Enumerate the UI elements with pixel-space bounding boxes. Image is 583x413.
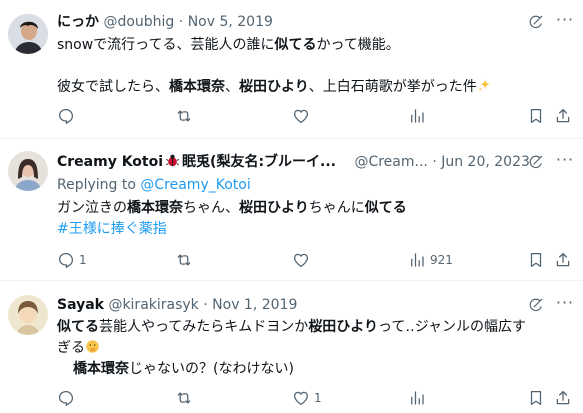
reply-button[interactable]: 1 (57, 251, 87, 269)
tweet-3[interactable]: Sayak @kirakirasyk · Nov 1, 2019 ··· 似てる… (0, 281, 583, 413)
share-button[interactable] (554, 107, 572, 125)
timestamp[interactable]: Jun 20, 2023 (441, 154, 530, 170)
views-icon (408, 389, 426, 407)
reply-icon (57, 389, 75, 407)
reply-button[interactable] (57, 389, 75, 407)
highlight: 桜田ひより (308, 319, 379, 335)
tweet-header: Creamy Kotoi 眠兎(梨友名:ブルーイ... @Cream... · J… (57, 153, 530, 171)
bookmark-button[interactable] (527, 251, 545, 269)
avatar[interactable] (8, 14, 48, 54)
views-button[interactable] (408, 389, 426, 407)
tweet-line: 彼女で試したら、橋本環奈、桜田ひより、上白石萌歌が挙がった件 (57, 77, 557, 98)
like-button[interactable] (292, 251, 310, 269)
highlight: 橋本環奈 (73, 361, 129, 377)
more-icon[interactable]: ··· (555, 152, 575, 172)
highlight: 橋本環奈 (169, 79, 225, 95)
display-name[interactable]: Sayak (57, 297, 104, 313)
dot-separator: · (178, 14, 184, 30)
bookmark-button[interactable] (527, 107, 545, 125)
avatar-photo (8, 295, 48, 335)
share-button[interactable] (554, 251, 572, 269)
retweet-icon (175, 251, 193, 269)
retweet-icon (175, 389, 193, 407)
like-button[interactable] (292, 107, 310, 125)
like-count: 1 (314, 391, 322, 405)
tweet-text: ガン泣きの橋本環奈ちゃん、桜田ひよりちゃんに似てる #王様に捧ぐ薬指 (57, 198, 557, 240)
reply-button[interactable] (57, 107, 75, 125)
display-name-tail[interactable]: 眠兎(梨友名:ブルーイ... (182, 154, 336, 170)
tweet-header: にっか @doubhig · Nov 5, 2019 (57, 13, 273, 31)
avatar[interactable] (8, 295, 48, 335)
like-button[interactable]: 1 (292, 389, 322, 407)
share-icon (554, 389, 572, 407)
views-count: 921 (430, 253, 453, 267)
handle[interactable]: @kirakirasyk (108, 297, 198, 313)
highlight: 似てる (364, 200, 407, 216)
action-bar: 1 921 (57, 251, 573, 273)
handle[interactable]: @doubhig (103, 14, 174, 30)
views-icon (408, 107, 426, 125)
share-button[interactable] (554, 389, 572, 407)
reply-icon (57, 251, 75, 269)
dot-separator: · (432, 154, 437, 170)
highlight: 似てる (57, 319, 99, 335)
reply-count: 1 (79, 253, 87, 267)
grok-icon[interactable] (527, 296, 545, 314)
highlight: 桜田ひより (239, 200, 309, 216)
tweet-text: 似てる芸能人やってみたらキムドヨンか桜田ひよりって‥ジャンルの幅広す ぎる 橋本… (57, 317, 557, 380)
like-icon (292, 107, 310, 125)
grok-icon[interactable] (527, 153, 545, 171)
like-icon (292, 389, 310, 407)
sparkles-emoji (477, 79, 490, 92)
views-button[interactable] (408, 107, 426, 125)
bug-emoji (166, 154, 180, 167)
avatar-photo (8, 14, 48, 54)
retweet-button[interactable] (175, 107, 193, 125)
retweet-button[interactable] (175, 389, 193, 407)
display-name[interactable]: Creamy Kotoi (57, 154, 163, 170)
grok-icon[interactable] (527, 13, 545, 31)
tweet-line: 橋本環奈じゃないの？(なわけない) (73, 361, 294, 377)
tweet-text: snowで流行ってる、芸能人の誰に似てるかって機能。 彼女で試したら、橋本環奈、… (57, 35, 557, 98)
bookmark-icon (527, 251, 545, 269)
tweet-1[interactable]: にっか @doubhig · Nov 5, 2019 ··· snowで流行って… (0, 0, 583, 138)
like-icon (292, 251, 310, 269)
bookmark-button[interactable] (527, 389, 545, 407)
bookmark-icon (527, 107, 545, 125)
tweet-line: 似てる芸能人やってみたらキムドヨンか桜田ひよりって‥ジャンルの幅広す (57, 319, 526, 335)
reply-icon (57, 107, 75, 125)
display-name[interactable]: にっか (57, 14, 99, 30)
more-icon[interactable]: ··· (555, 295, 575, 315)
replying-to: Replying to @Creamy_Kotoi (57, 177, 251, 193)
avatar-photo (8, 151, 48, 191)
replying-to-link[interactable]: @Creamy_Kotoi (140, 177, 250, 193)
more-icon[interactable]: ··· (555, 12, 575, 32)
handle[interactable]: @Cream... (354, 154, 427, 170)
action-bar: 1 (57, 389, 573, 411)
avatar[interactable] (8, 151, 48, 191)
tweet-header: Sayak @kirakirasyk · Nov 1, 2019 (57, 296, 297, 314)
retweet-icon (175, 107, 193, 125)
timestamp[interactable]: Nov 5, 2019 (188, 14, 273, 30)
tweet-line: ガン泣きの橋本環奈ちゃん、桜田ひよりちゃんに似てる (57, 200, 407, 216)
share-icon (554, 107, 572, 125)
highlight: 桜田ひより (239, 79, 309, 95)
timestamp[interactable]: Nov 1, 2019 (212, 297, 297, 313)
tweet-line: ぎる (57, 338, 557, 359)
highlight: 似てる (274, 37, 317, 53)
hashtag-link[interactable]: #王様に捧ぐ薬指 (57, 221, 167, 237)
bookmark-icon (527, 389, 545, 407)
action-bar (57, 107, 573, 129)
retweet-button[interactable] (175, 251, 193, 269)
highlight: 橋本環奈 (127, 200, 183, 216)
views-icon (408, 251, 426, 269)
tweet-2[interactable]: Creamy Kotoi 眠兎(梨友名:ブルーイ... @Cream... · J… (0, 139, 583, 280)
dot-separator: · (203, 297, 208, 313)
tweet-line: snowで流行ってる、芸能人の誰に似てるかって機能。 (57, 37, 400, 53)
views-button[interactable]: 921 (408, 251, 453, 269)
face-with-hand-over-mouth-emoji (86, 340, 99, 353)
share-icon (554, 251, 572, 269)
